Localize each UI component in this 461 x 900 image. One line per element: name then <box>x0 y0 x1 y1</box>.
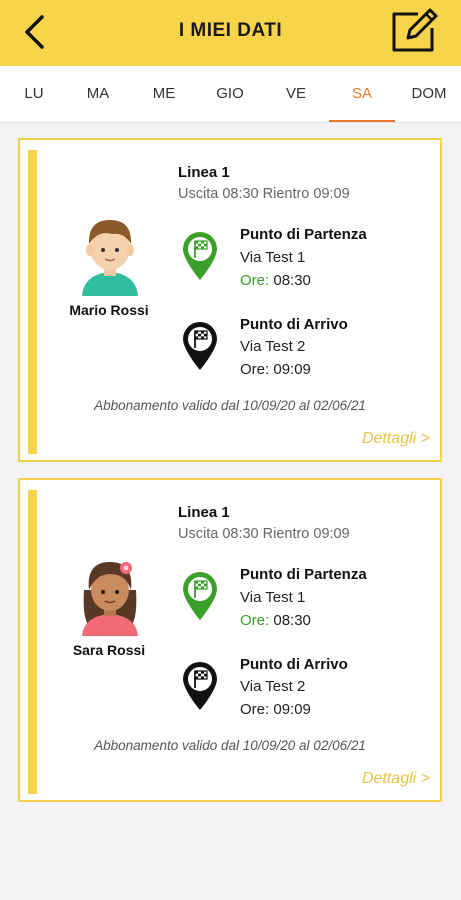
arrival-time-label: Ore: <box>240 361 270 378</box>
arrival-time-label: Ore: <box>240 701 270 718</box>
schedule-times: Uscita 08:30 Rientro 09:09 <box>178 186 350 202</box>
departure-title: Punto di Partenza <box>240 566 367 583</box>
arrival-title: Punto di Arrivo <box>240 316 348 333</box>
departure-time-row: Ore: 08:30 <box>240 272 311 289</box>
arrival-address: Via Test 2 <box>240 678 306 695</box>
arrival-time: 09:09 <box>273 701 311 718</box>
departure-address: Via Test 1 <box>240 249 306 266</box>
line-label: Linea 1 <box>178 504 230 521</box>
student-card: Mario Rossi Linea 1 Uscita 08:30 Rientro… <box>18 138 442 462</box>
subscription-validity: Abbonamento valido dal 10/09/20 al 02/06… <box>94 738 366 753</box>
person-name: Sara Rossi <box>72 642 146 658</box>
tab-ve[interactable]: VE <box>270 66 322 122</box>
departure-time: 08:30 <box>273 272 311 289</box>
schedule-times: Uscita 08:30 Rientro 09:09 <box>178 526 350 542</box>
departure-title: Punto di Partenza <box>240 226 367 243</box>
tab-gio[interactable]: GIO <box>203 66 257 122</box>
departure-address: Via Test 1 <box>240 589 306 606</box>
tab-me[interactable]: ME <box>138 66 190 122</box>
tab-lu[interactable]: LU <box>8 66 60 122</box>
line-label: Linea 1 <box>178 164 230 181</box>
girl-avatar <box>82 562 138 636</box>
departure-time: 08:30 <box>273 612 311 629</box>
arrival-pin-icon <box>183 322 217 370</box>
departure-time-row: Ore: 08:30 <box>240 612 311 629</box>
app-header: I MIEI DATI <box>0 0 461 66</box>
arrival-time-row: Ore: 09:09 <box>240 701 311 718</box>
arrival-title: Punto di Arrivo <box>240 656 348 673</box>
person-name: Mario Rossi <box>69 302 149 318</box>
weekday-tabs: LU MA ME GIO VE SA DOM <box>0 66 461 123</box>
subscription-validity: Abbonamento valido dal 10/09/20 al 02/06… <box>94 398 366 413</box>
departure-time-label: Ore: <box>240 612 270 629</box>
tab-sa[interactable]: SA <box>329 66 395 122</box>
arrival-time-row: Ore: 09:09 <box>240 361 311 378</box>
tab-ma[interactable]: MA <box>72 66 124 122</box>
departure-time-label: Ore: <box>240 272 270 289</box>
arrival-address: Via Test 2 <box>240 338 306 355</box>
edit-note-icon[interactable] <box>388 6 440 54</box>
tab-dom[interactable]: DOM <box>402 66 456 122</box>
arrival-time: 09:09 <box>273 361 311 378</box>
arrival-pin-icon <box>183 662 217 710</box>
details-link[interactable]: Dettagli > <box>362 430 430 448</box>
departure-pin-icon <box>183 572 217 620</box>
departure-pin-icon <box>183 232 217 280</box>
details-link[interactable]: Dettagli > <box>362 770 430 788</box>
boy-avatar <box>82 220 138 296</box>
student-card: Sara Rossi Linea 1 Uscita 08:30 Rientro … <box>18 478 442 802</box>
